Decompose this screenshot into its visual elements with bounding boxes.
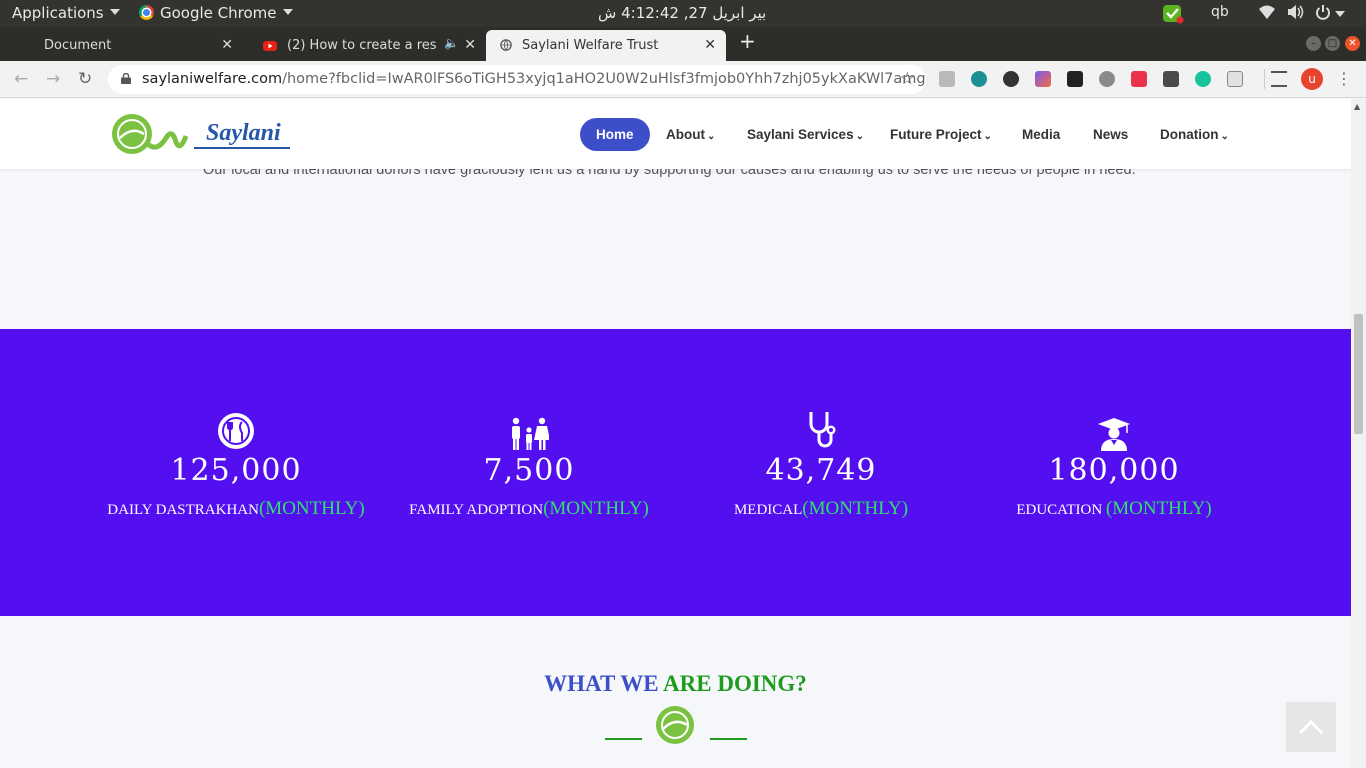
- chevron-down-icon: ⌄: [855, 131, 864, 142]
- profile-avatar[interactable]: u: [1301, 68, 1323, 90]
- stat-value: 125,000: [170, 453, 302, 488]
- nav-future-project[interactable]: Future Project ⌄: [890, 118, 992, 151]
- media-queue-icon[interactable]: [1271, 71, 1287, 87]
- extension-vu-icon[interactable]: [1003, 71, 1019, 87]
- extension-scissors-icon[interactable]: [1035, 71, 1051, 87]
- stat-education: 180,000 EDUCATION (MONTHLY): [964, 407, 1264, 520]
- close-tab-icon[interactable]: ✕: [704, 37, 716, 53]
- youtube-icon: [263, 41, 277, 51]
- chrome-app-menu[interactable]: Google Chrome: [139, 4, 293, 22]
- chevron-down-icon: ⌄: [706, 131, 716, 142]
- extension-hand-icon[interactable]: [1227, 71, 1243, 87]
- chrome-app-label: Google Chrome: [160, 4, 277, 22]
- extension-pocket-icon[interactable]: [1131, 71, 1147, 87]
- extension-box-icon[interactable]: [939, 71, 955, 87]
- extension-teal-icon[interactable]: [971, 71, 987, 87]
- tab-youtube[interactable]: (2) How to create a respon 🔈 ✕: [243, 30, 486, 61]
- stat-label: FAMILY ADOPTION(MONTHLY): [409, 498, 649, 519]
- extension-save-icon[interactable]: [1163, 71, 1179, 87]
- saylani-logo[interactable]: Saylani: [110, 112, 295, 158]
- new-tab-button[interactable]: +: [739, 29, 756, 53]
- stethoscope-icon: [671, 407, 971, 451]
- nav-saylani-services[interactable]: Saylani Services ⌄: [747, 118, 864, 151]
- stat-medical: 43,749 MEDICAL(MONTHLY): [671, 407, 971, 520]
- graduate-icon: [964, 407, 1264, 451]
- tab-title: Document: [44, 38, 112, 53]
- chevron-down-icon: ⌄: [1220, 131, 1229, 142]
- stat-value: 180,000: [1048, 453, 1180, 488]
- url-host: saylaniwelfare.com: [142, 71, 283, 87]
- stats-section: 125,000 DAILY DASTRAKHAN(MONTHLY) 7,500 …: [0, 329, 1351, 616]
- close-tab-icon[interactable]: ✕: [221, 37, 233, 53]
- site-header: Saylani Home About ⌄ Saylani Services ⌄ Fu…: [0, 99, 1351, 169]
- nav-donation[interactable]: Donation ⌄: [1160, 118, 1229, 151]
- update-icon[interactable]: [1162, 4, 1184, 28]
- applications-menu[interactable]: Applications: [12, 4, 120, 22]
- tab-document[interactable]: Document ✕: [0, 30, 243, 61]
- nav-home[interactable]: Home: [580, 118, 650, 151]
- browser-toolbar: ← → ↻ saylaniwelfare.com/home?fbclid=IwA…: [0, 61, 1366, 98]
- scrollbar-thumb[interactable]: [1354, 314, 1363, 434]
- chevron-down-icon: ⌄: [983, 131, 992, 142]
- wifi-icon[interactable]: [1258, 4, 1276, 24]
- reload-icon[interactable]: ↻: [78, 69, 92, 89]
- extension-grammarly-icon[interactable]: [1195, 71, 1211, 87]
- url-path: /home?fbclid=IwAR0lFS6oTiGH53xyjq1aHO2U0…: [282, 71, 926, 87]
- close-tab-icon[interactable]: ✕: [464, 37, 476, 53]
- stat-label: MEDICAL(MONTHLY): [733, 498, 909, 519]
- close-window-button[interactable]: ✕: [1345, 36, 1360, 51]
- svg-text:Saylani: Saylani: [206, 120, 281, 146]
- globe-icon: [500, 39, 512, 51]
- back-icon[interactable]: ←: [14, 69, 28, 89]
- scroll-up-icon[interactable]: ▲: [1354, 102, 1360, 111]
- applications-label: Applications: [12, 4, 104, 22]
- nav-media[interactable]: Media: [1022, 118, 1060, 151]
- os-top-bar: Applications Google Chrome بیر ابریل 27,…: [0, 0, 1366, 27]
- qbittorrent-icon[interactable]: qb: [1211, 4, 1229, 20]
- nav-news[interactable]: News: [1093, 118, 1128, 151]
- family-icon: [379, 407, 679, 451]
- page-scrollbar[interactable]: ▲: [1351, 99, 1366, 768]
- clock[interactable]: بیر ابریل 27, 4:12:42 ش: [598, 4, 766, 22]
- section-heading: WHAT WE ARE DOING?: [544, 671, 807, 696]
- lock-icon: [121, 73, 131, 84]
- stat-value: 43,749: [765, 453, 877, 488]
- heading-divider-logo: [605, 706, 747, 744]
- tab-saylani[interactable]: Saylani Welfare Trust ✕: [486, 30, 726, 61]
- address-bar[interactable]: saylaniwelfare.com/home?fbclid=IwAR0lFS6…: [108, 65, 926, 94]
- stat-label: DAILY DASTRAKHAN(MONTHLY): [107, 498, 365, 519]
- stat-value: 7,500: [483, 453, 575, 488]
- audio-icon[interactable]: 🔈: [444, 36, 459, 50]
- power-icon[interactable]: [1315, 4, 1345, 24]
- dining-icon: [86, 407, 386, 451]
- maximize-button[interactable]: □: [1325, 36, 1340, 51]
- tab-strip: Document ✕ (2) How to create a respon 🔈 …: [0, 27, 1366, 61]
- tab-title: (2) How to create a respon: [287, 38, 437, 53]
- stat-label: EDUCATION (MONTHLY): [1016, 498, 1212, 519]
- extension-download-icon[interactable]: [1099, 71, 1115, 87]
- stat-family-adoption: 7,500 FAMILY ADOPTION(MONTHLY): [379, 407, 679, 520]
- menu-kebab-icon[interactable]: ⋮: [1336, 69, 1352, 88]
- nav-about[interactable]: About ⌄: [666, 118, 715, 151]
- forward-icon[interactable]: →: [46, 69, 60, 89]
- volume-icon[interactable]: [1286, 4, 1304, 24]
- tab-title: Saylani Welfare Trust: [522, 38, 659, 53]
- back-to-top-button[interactable]: [1286, 702, 1336, 752]
- extension-gnome-icon[interactable]: [1067, 71, 1083, 87]
- bookmark-star-icon[interactable]: ☆: [900, 69, 915, 89]
- chevron-up-icon: [1298, 719, 1324, 735]
- web-page: Our local and international donors have …: [0, 99, 1351, 768]
- minimize-button[interactable]: –: [1306, 36, 1321, 51]
- chrome-icon: [139, 5, 154, 20]
- stat-dastrakhan: 125,000 DAILY DASTRAKHAN(MONTHLY): [86, 407, 386, 520]
